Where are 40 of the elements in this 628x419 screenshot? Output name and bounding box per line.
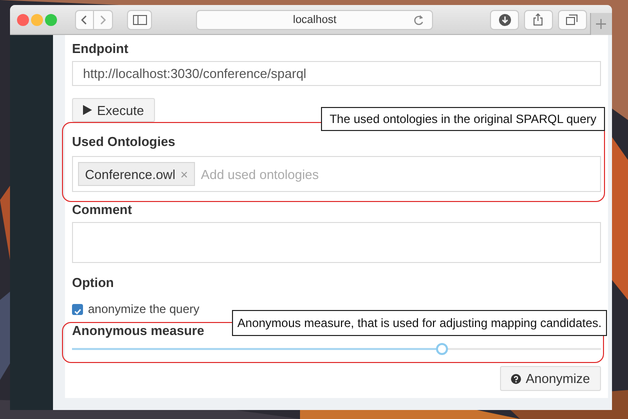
window-control-icon[interactable] xyxy=(45,14,57,26)
plus-icon xyxy=(596,18,606,28)
tabs-button[interactable] xyxy=(558,10,587,30)
slider-thumb[interactable] xyxy=(436,343,448,355)
window-control-icon[interactable] xyxy=(17,14,29,26)
field-label: Comment xyxy=(72,202,132,218)
anonymize-button[interactable]: Anonymize xyxy=(500,366,601,391)
field-placeholder: Add used ontologies xyxy=(200,166,319,182)
sidebar-icon xyxy=(132,14,147,24)
address-bar[interactable]: localhost xyxy=(196,10,434,30)
ontology-field[interactable]: Conference.owl × Add used ontologies xyxy=(72,156,601,192)
chevron-left-icon xyxy=(81,14,88,24)
field-label: Used Ontologies xyxy=(72,134,176,150)
play-icon xyxy=(83,105,92,115)
address-text: localhost xyxy=(293,14,336,26)
field-value: http://localhost:3030/conference/sparql xyxy=(83,66,306,81)
back-button[interactable] xyxy=(74,10,94,30)
field-label: Endpoint xyxy=(72,41,128,57)
reload-icon xyxy=(413,14,424,26)
comment-field[interactable] xyxy=(72,222,601,263)
execute-button[interactable]: Execute xyxy=(72,98,155,122)
share-icon xyxy=(533,13,544,26)
download-button[interactable] xyxy=(490,10,519,30)
ontology-tag[interactable]: Conference.owl × xyxy=(78,162,195,186)
checkbox-label: anonymize the query xyxy=(88,302,200,316)
callout: Anonymous measure, that is used for adjusting mapping candidates. xyxy=(232,310,607,336)
check-icon xyxy=(73,306,82,316)
help-icon xyxy=(510,374,521,384)
new-tab-button[interactable] xyxy=(590,12,612,34)
callout: The used ontologies in the original SPARQL query xyxy=(321,107,605,131)
checkbox[interactable] xyxy=(72,304,83,314)
tag-label: Conference.owl xyxy=(85,166,176,182)
tabs-icon xyxy=(566,14,578,25)
field-label: Anonymous measure xyxy=(72,323,204,339)
chevron-right-icon xyxy=(100,14,106,24)
sidebar-button[interactable] xyxy=(127,10,152,30)
download-icon xyxy=(498,14,511,26)
share-button[interactable] xyxy=(524,10,553,30)
section-label: Option xyxy=(72,275,114,291)
endpoint-field[interactable]: http://localhost:3030/conference/sparql xyxy=(72,61,601,86)
